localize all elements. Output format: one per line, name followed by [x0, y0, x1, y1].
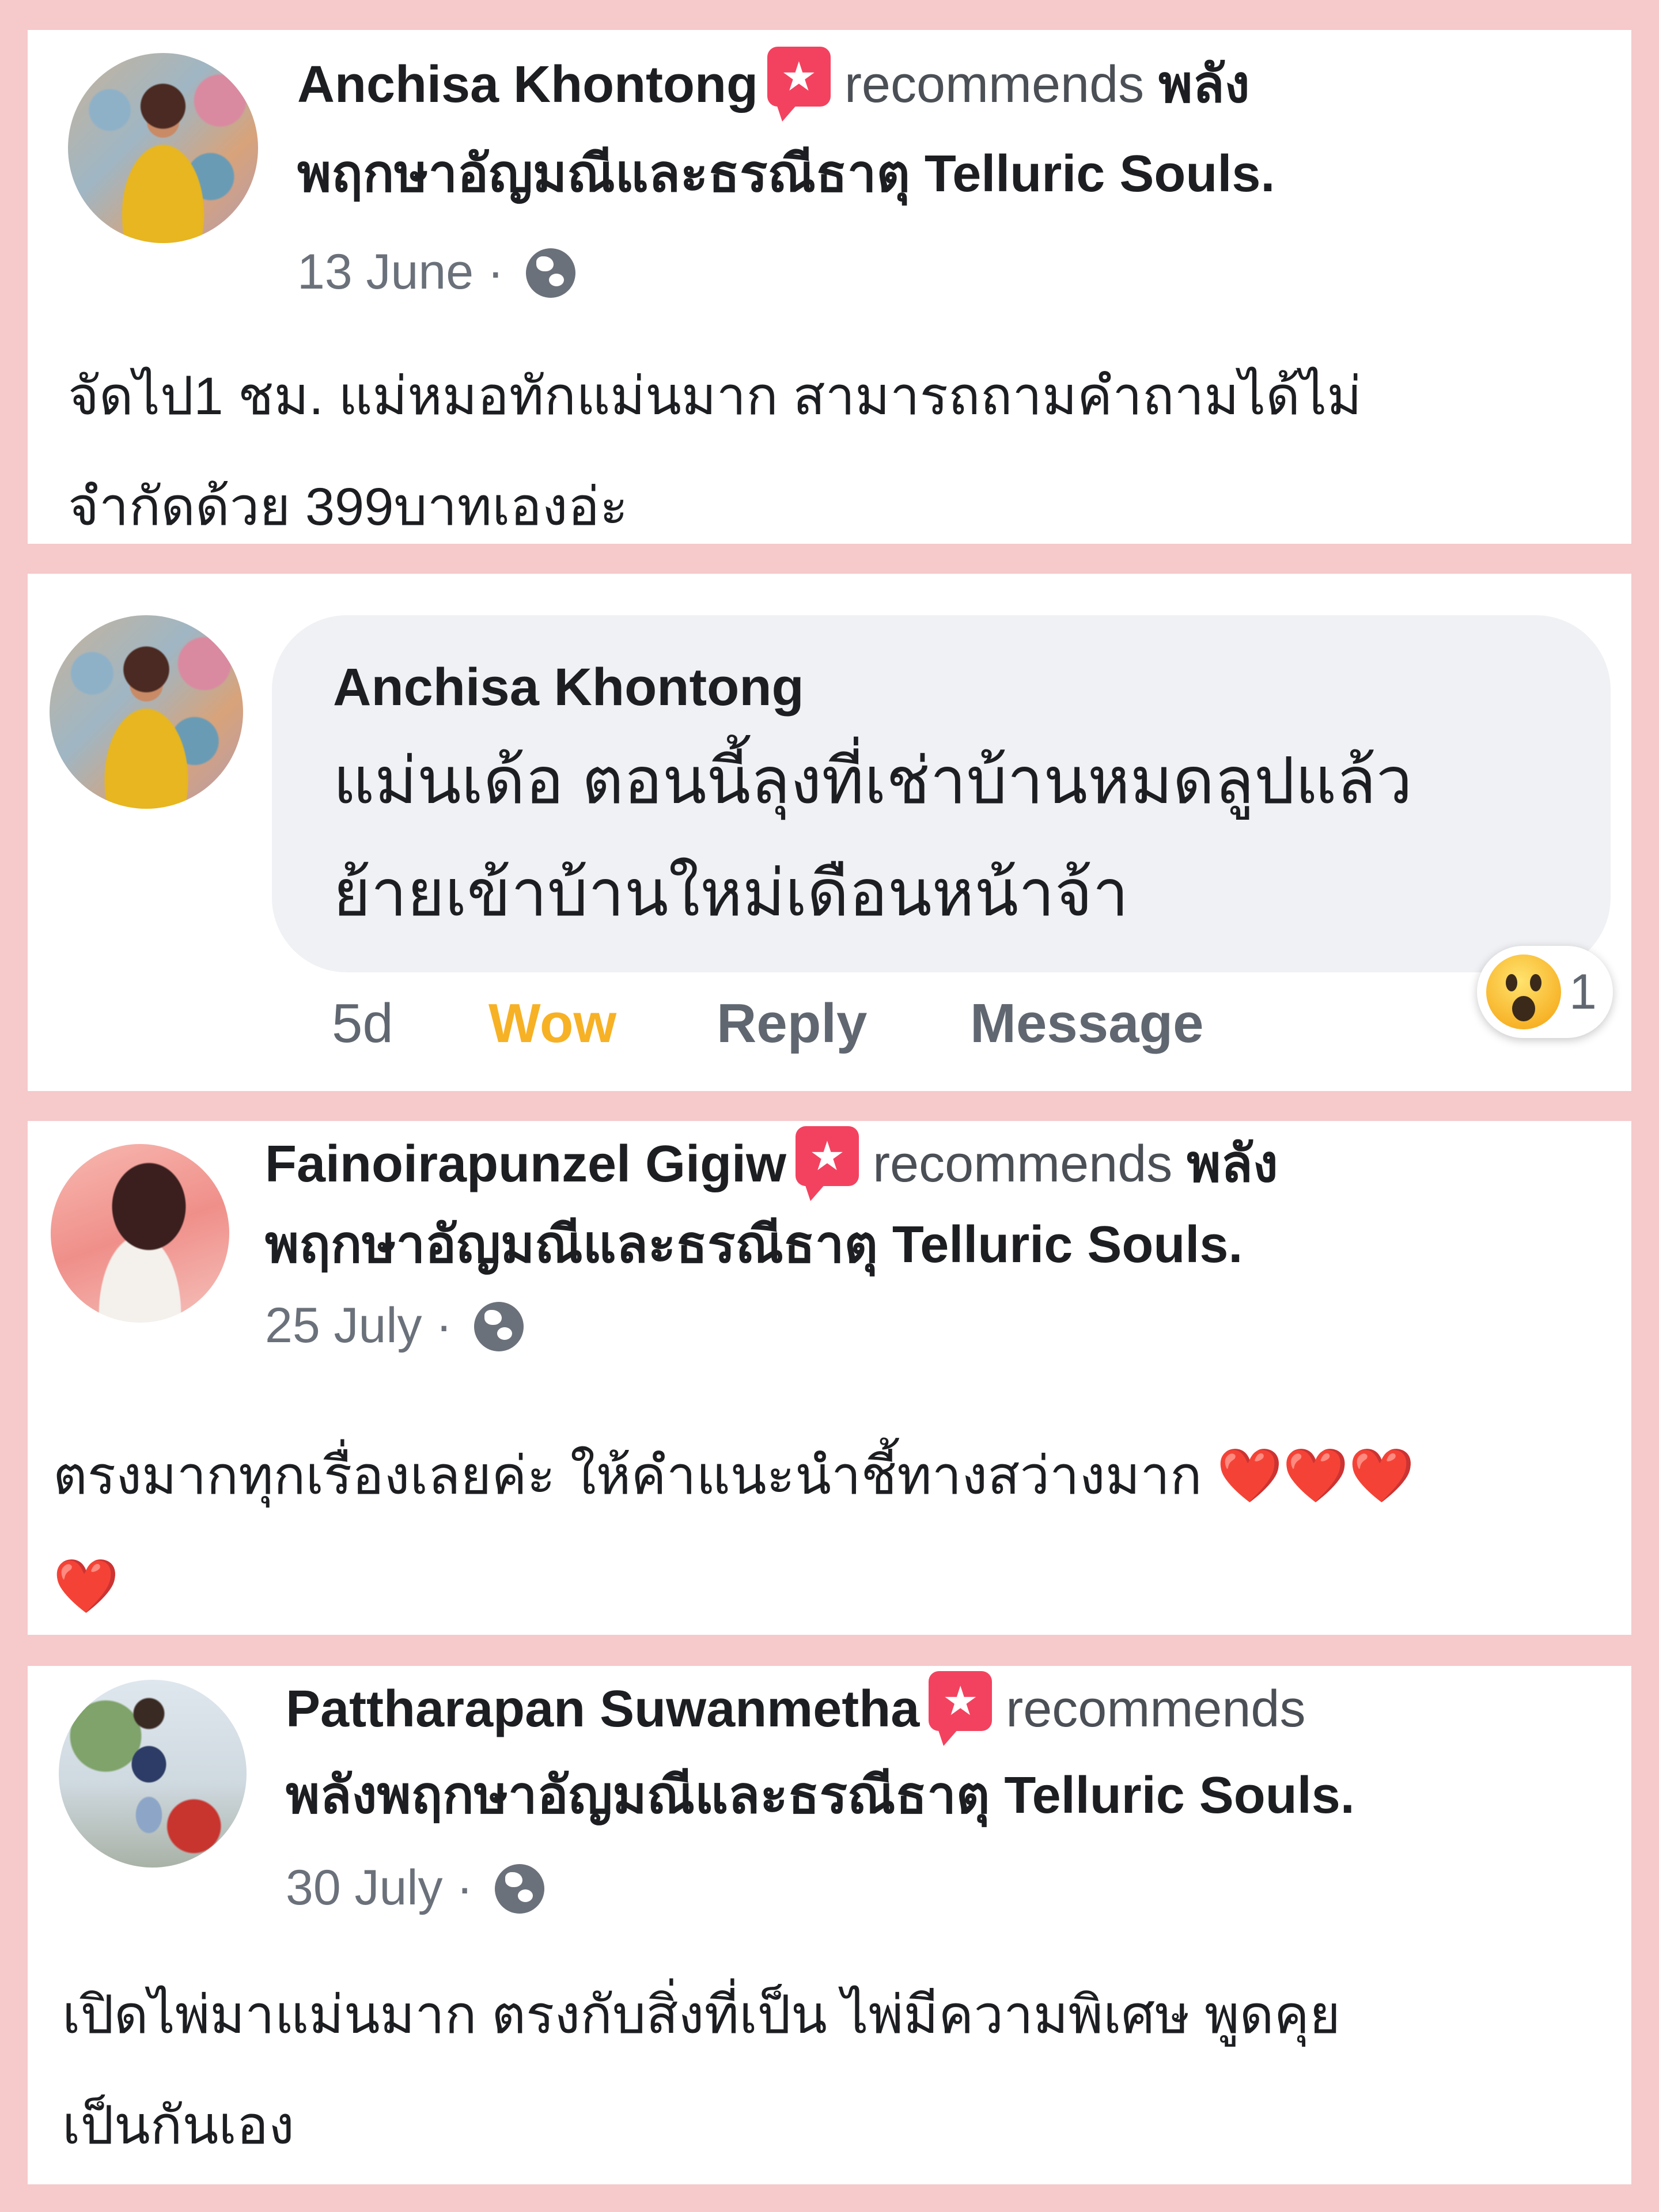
review-date[interactable]: 13 June: [297, 244, 474, 300]
comment-card: Anchisa Khontong แม่นเด้อ ตอนนี้ลุงที่เช…: [28, 574, 1631, 1091]
review-card-3: Pattharapan Suwanmetha ★ recommends พลังพฤ…: [28, 1666, 1631, 2184]
comment-bubble: Anchisa Khontong แม่นเด้อ ตอนนี้ลุงที่เช…: [272, 615, 1611, 972]
review-meta: 30 July ·: [286, 1856, 544, 1919]
page-name-part-2[interactable]: พฤกษาอัญมณีและธรณีธาตุ Telluric Souls.: [297, 145, 1275, 203]
recommend-star-icon: ★: [929, 1671, 993, 1746]
review-text-line-2: ❤️: [53, 1531, 1608, 1635]
globe-icon: [474, 1302, 524, 1351]
recommends-label: recommends: [873, 1135, 1173, 1193]
commenter-avatar[interactable]: [50, 615, 243, 809]
page-name-part-1[interactable]: พลัง: [1158, 56, 1249, 113]
review-text-line-2: เป็นกันเอง: [62, 2096, 294, 2155]
recommendation-line-2: พฤกษาอัญมณีและธรณีธาตุ Telluric Souls.: [297, 131, 1275, 217]
review-meta: 13 June ·: [297, 240, 575, 304]
comment-author[interactable]: Anchisa Khontong: [333, 650, 804, 725]
globe-icon: [525, 248, 575, 298]
review-card-2: Fainoirapunzel Gigiw ★ recommends พลัง พฤก…: [28, 1121, 1631, 1635]
wow-reaction-button[interactable]: Wow: [488, 986, 616, 1061]
heart-emoji: ❤️: [53, 1557, 119, 1616]
heart-emoji-group: ❤️❤️❤️: [1217, 1446, 1415, 1505]
recommend-star-icon: ★: [767, 47, 831, 122]
review-text-words: ตรงมากทุกเรื่องเลยค่ะ ให้คำแนะนำชี้ทางสว…: [53, 1446, 1202, 1505]
reviewer-avatar[interactable]: [68, 53, 258, 243]
message-button[interactable]: Message: [970, 986, 1204, 1061]
review-card-1: Anchisa Khontong ★ recommends พลัง พฤกษาอั…: [28, 30, 1631, 544]
review-text-line-1: เปิดไพ่มาแม่นมาก ตรงกับสิ่งที่เป็น ไพ่มี…: [62, 1986, 1341, 2044]
reviewer-name[interactable]: Anchisa Khontong: [297, 56, 758, 113]
review-text: เปิดไพ่มาแม่นมาก ตรงกับสิ่งที่เป็น ไพ่มี…: [62, 1960, 1606, 2181]
comment-text-line-1: แม่นเด้อ ตอนนี้ลุงที่เช่าบ้านหมดลูปแล้ว: [333, 745, 1412, 817]
recommendation-line-2: พฤกษาอัญมณีและธรณีธาตุ Telluric Souls.: [265, 1202, 1243, 1288]
comment-time[interactable]: 5d: [332, 986, 393, 1061]
recommendation-line-1: Fainoirapunzel Gigiw ★ recommends พลัง: [265, 1121, 1278, 1207]
wow-emoji-icon: [1486, 955, 1561, 1029]
reaction-summary[interactable]: 1: [1477, 946, 1613, 1038]
reviewer-name[interactable]: Pattharapan Suwanmetha: [286, 1680, 919, 1738]
globe-icon: [494, 1864, 544, 1914]
page-name-part-2[interactable]: พฤกษาอัญมณีและธรณีธาตุ Telluric Souls.: [265, 1216, 1243, 1274]
review-text-line-2: จำกัดด้วย 399บาทเองอ่ะ: [68, 478, 628, 536]
recommendation-line-1: Pattharapan Suwanmetha ★ recommends: [286, 1666, 1305, 1752]
recommend-star-icon: ★: [796, 1126, 859, 1201]
comment-text: แม่นเด้อ ตอนนี้ลุงที่เช่าบ้านหมดลูปแล้ว …: [333, 725, 1412, 949]
page-name-part-1[interactable]: พลัง: [1187, 1135, 1278, 1193]
review-meta: 25 July ·: [265, 1294, 524, 1357]
review-date[interactable]: 25 July: [265, 1298, 422, 1353]
recommends-label: recommends: [1006, 1680, 1306, 1738]
review-text: จัดไป1 ชม. แม่หมอทักแม่นมาก สามารถถามคำถ…: [68, 341, 1612, 544]
recommends-label: recommends: [844, 56, 1145, 113]
review-text-line-1: ตรงมากทุกเรื่องเลยค่ะ ให้คำแนะนำชี้ทางสว…: [53, 1421, 1608, 1531]
recommendation-line-1: Anchisa Khontong ★ recommends พลัง: [297, 41, 1250, 128]
review-text-line-1: จัดไป1 ชม. แม่หมอทักแม่นมาก สามารถถามคำถ…: [68, 367, 1362, 426]
page-name[interactable]: พลังพฤกษาอัญมณีและธรณีธาตุ Telluric Soul…: [286, 1767, 1355, 1824]
reviewer-avatar[interactable]: [59, 1680, 247, 1868]
recommendation-line-2: พลังพฤกษาอัญมณีและธรณีธาตุ Telluric Soul…: [286, 1752, 1355, 1839]
meta-separator: ·: [456, 1860, 474, 1915]
comment-text-line-2: ย้ายเข้าบ้านใหม่เดือนหน้าจ้า: [333, 857, 1129, 929]
review-date[interactable]: 30 July: [286, 1860, 443, 1915]
reviewer-name[interactable]: Fainoirapunzel Gigiw: [265, 1135, 786, 1193]
meta-separator: ·: [487, 244, 504, 300]
reviewer-avatar[interactable]: [51, 1144, 229, 1323]
review-text: ตรงมากทุกเรื่องเลยค่ะ ให้คำแนะนำชี้ทางสว…: [53, 1421, 1608, 1635]
meta-separator: ·: [435, 1298, 453, 1353]
reply-button[interactable]: Reply: [717, 986, 867, 1061]
reaction-count: 1: [1569, 964, 1597, 1020]
